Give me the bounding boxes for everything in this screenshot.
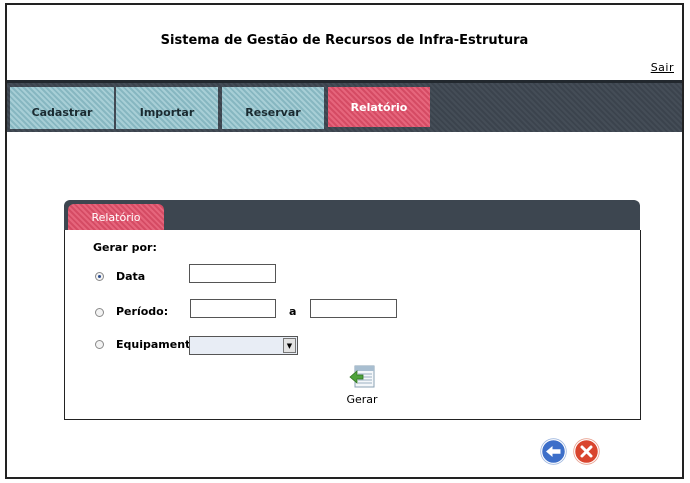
- close-icon[interactable]: [573, 438, 600, 465]
- generate-by-label: Gerar por:: [93, 241, 157, 254]
- radio-periodo[interactable]: [95, 308, 104, 317]
- equipment-select[interactable]: ▼: [189, 336, 298, 355]
- app-title: Sistema de Gestão de Recursos de Infra-E…: [160, 33, 529, 48]
- radio-data[interactable]: [95, 272, 104, 281]
- app-window: Sistema de Gestão de Recursos de Infra-E…: [5, 3, 684, 479]
- generate-label: Gerar: [346, 393, 378, 406]
- period-end-input[interactable]: [310, 299, 397, 318]
- generate-button[interactable]: Gerar: [337, 363, 387, 411]
- date-input[interactable]: [189, 264, 276, 283]
- report-panel: Gerar por: Data Período: a Equipamento: …: [64, 230, 641, 420]
- generate-report-icon: [349, 365, 375, 388]
- logout-link[interactable]: Sair: [651, 61, 674, 74]
- tab-cadastrar[interactable]: Cadastrar: [10, 87, 114, 129]
- report-panel-tab: Relatório: [68, 204, 164, 230]
- tab-reservar[interactable]: Reservar: [222, 87, 324, 129]
- tab-relatorio[interactable]: Relatório: [328, 87, 430, 127]
- period-separator: a: [289, 305, 297, 318]
- period-start-input[interactable]: [190, 299, 276, 318]
- main-nav: Cadastrar Importar Reservar Relatório: [7, 80, 682, 132]
- chevron-down-icon[interactable]: ▼: [283, 338, 296, 353]
- tab-importar[interactable]: Importar: [116, 87, 218, 129]
- periodo-label: Período:: [116, 305, 169, 318]
- radio-equipamento[interactable]: [95, 340, 104, 349]
- data-label: Data: [116, 270, 146, 283]
- report-panel-header: Relatório: [64, 200, 640, 230]
- back-arrow-icon[interactable]: [540, 438, 567, 465]
